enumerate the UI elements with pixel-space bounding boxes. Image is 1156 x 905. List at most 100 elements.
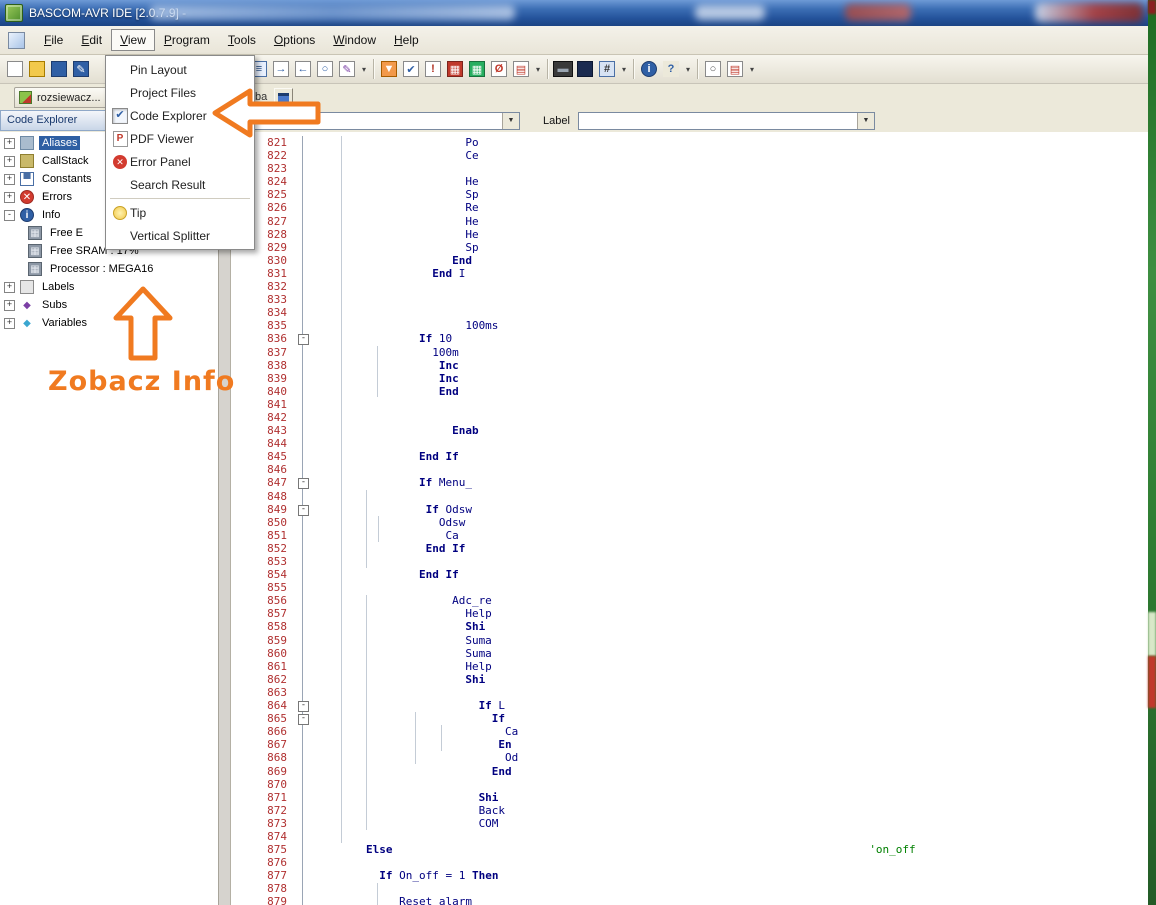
pdf-report-button[interactable]: ▤ [725,59,745,79]
code-line[interactable]: 833 [231,293,1148,307]
menu-edit[interactable]: Edit [72,29,111,51]
code-line[interactable]: 823 [231,162,1148,176]
fold-toggle[interactable]: - [298,478,309,490]
code-line[interactable]: 874 [231,829,1148,844]
code-line[interactable]: 831 End I [231,266,1148,281]
simulate-button[interactable]: ▦ [445,59,465,79]
code-line[interactable]: 830 End [231,253,1148,268]
expand-toggle[interactable]: + [4,299,15,311]
code-line[interactable]: 836- If 10 [231,332,1148,346]
code-line[interactable]: 870 [231,777,1148,791]
toolbar-dropdown-caret[interactable]: ▾ [746,65,758,74]
code-line[interactable]: 857 Help [231,607,1148,621]
code-line[interactable]: 854 End If [231,568,1148,582]
toolbar-dropdown-caret[interactable]: ▾ [358,65,370,74]
code-line[interactable]: 867 En [231,738,1148,752]
code-line[interactable]: 825 Sp [231,188,1148,202]
code-line[interactable]: 837 100m [231,345,1148,359]
menu-help[interactable]: Help [385,29,428,51]
code-line[interactable]: 872 Back [231,803,1148,817]
new-file-button[interactable] [5,59,25,79]
code-line[interactable]: 840 End [231,384,1148,398]
indent-button[interactable]: → [271,59,291,79]
code-line[interactable]: 866 Ca [231,725,1148,739]
syntax-check-button[interactable]: ✔ [401,59,421,79]
help-button[interactable]: ? [661,59,681,79]
code-line[interactable]: 824 He [231,175,1148,189]
save-button[interactable] [49,59,69,79]
code-line[interactable]: 847- If Menu_ [231,476,1148,490]
toolbar-dropdown-caret[interactable]: ▾ [682,65,694,74]
menu-view[interactable]: View [111,29,155,51]
code-line[interactable]: 828 He [231,227,1148,241]
menu-file[interactable]: File [35,29,72,51]
code-editor[interactable]: 821 Po 822 Ce 823 824 He 825 Sp 826 Re 827 He 8… [231,132,1148,905]
code-line[interactable]: 848 [231,489,1148,503]
code-line[interactable]: 849- If Odsw [231,502,1148,516]
code-line[interactable]: 873 COM [231,816,1148,831]
menu-window[interactable]: Window [324,29,385,51]
code-line[interactable]: 821 Po [231,136,1148,150]
code-line[interactable]: 862 Shi [231,672,1148,687]
code-line[interactable]: 878 [231,882,1148,896]
code-line[interactable]: 861 Help [231,659,1148,673]
label-navigator-combo[interactable]: ▼ [578,112,875,130]
open-file-button[interactable] [27,59,47,79]
menu-tools[interactable]: Tools [219,29,265,51]
expand-toggle[interactable]: + [4,137,15,149]
code-line[interactable]: 851 Ca [231,528,1148,543]
code-line[interactable]: 853 [231,555,1148,569]
code-line[interactable]: 826 Re [231,201,1148,215]
compile-button[interactable]: ▼ [379,59,399,79]
fold-toggle[interactable]: - [298,504,309,516]
chevron-down-icon[interactable]: ▼ [857,113,874,129]
tree-item-labels[interactable]: + Labels [0,278,218,296]
code-line[interactable]: 841 [231,397,1148,412]
show-result-button[interactable]: ! [423,59,443,79]
report-button[interactable]: ▤ [511,59,531,79]
chevron-down-icon[interactable]: ▼ [502,113,519,129]
find-in-files-button[interactable]: ○ [703,59,723,79]
code-line[interactable]: 843 Enab [231,424,1148,438]
code-line[interactable]: 868 Od [231,751,1148,765]
program-chip-button[interactable]: ▦ [467,59,487,79]
stop-button[interactable]: Ø [489,59,509,79]
code-line[interactable]: 860 Suma [231,646,1148,660]
code-line[interactable]: 859 Suma [231,633,1148,647]
replace-button[interactable]: ✎ [337,59,357,79]
fold-toggle[interactable]: - [298,334,309,346]
expand-toggle[interactable]: + [4,155,15,167]
info-button[interactable]: i [639,59,659,79]
expand-toggle[interactable]: + [4,191,15,203]
code-line[interactable]: 822 Ce [231,149,1148,163]
menu-options[interactable]: Options [265,29,324,51]
tree-item-processor-mega16[interactable]: ▦ Processor : MEGA16 [0,260,218,278]
view-menu-item-error-panel[interactable]: ✕ Error Panel [106,150,254,173]
code-line[interactable]: 871 Shi [231,790,1148,804]
save-as-button[interactable]: ✎ [71,59,91,79]
file-tab[interactable]: rozsiewacz... [14,87,110,108]
code-line[interactable]: 869 End [231,764,1148,778]
code-line[interactable]: 852 End If [231,541,1148,556]
code-line[interactable]: 855 [231,581,1148,595]
toolbar-dropdown-caret[interactable]: ▾ [618,65,630,74]
view-menu-item-tip[interactable]: Tip [106,201,254,224]
code-line[interactable]: 858 Shi [231,620,1148,634]
view-menu-item-search-result[interactable]: Search Result [106,173,254,196]
code-line[interactable]: 877 If On_off = 1 Then [231,869,1148,883]
code-line[interactable]: 876 [231,856,1148,870]
code-line[interactable]: 856 Adc_re [231,594,1148,608]
menu-program[interactable]: Program [155,29,219,51]
title-bar[interactable]: BASCOM-AVR IDE [2.0.7.9] - [0,0,1148,26]
code-line[interactable]: 829 Sp [231,240,1148,254]
fold-toggle[interactable]: - [298,701,309,713]
code-line[interactable]: 879 Reset_alarm [231,895,1148,905]
view-menu-item-vertical-splitter[interactable]: Vertical Splitter [106,224,254,247]
code-line[interactable]: 839 Inc [231,371,1148,385]
unindent-button[interactable]: ← [293,59,313,79]
code-line[interactable]: 865- If [231,712,1148,726]
terminal-button[interactable]: # [597,59,617,79]
view-menu-item-pin-layout[interactable]: Pin Layout [106,58,254,81]
tree-item-variables[interactable]: + ◆ Variables [0,314,218,332]
code-line[interactable]: 844 [231,437,1148,451]
